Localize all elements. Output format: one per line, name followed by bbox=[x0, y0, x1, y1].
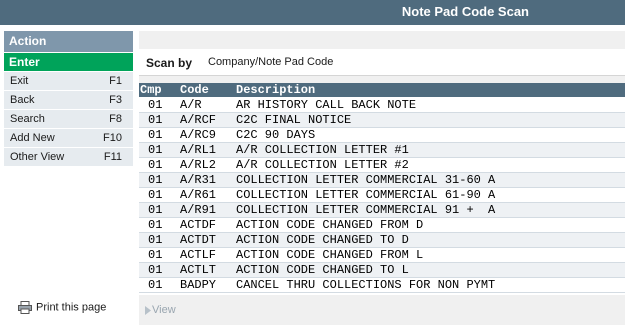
cell-cmp: 01 bbox=[148, 143, 163, 157]
menu-label: Other View bbox=[10, 151, 65, 163]
column-header-code[interactable]: Code bbox=[180, 83, 209, 97]
cell-code: A/RC9 bbox=[180, 128, 217, 142]
table-row[interactable]: 01 A/RC9 C2C 90 DAYS bbox=[139, 128, 625, 143]
grid-rows: 01 A/R AR HISTORY CALL BACK NOTE 01 A/RCF C2… bbox=[139, 98, 625, 293]
window-title: Note Pad Code Scan bbox=[401, 4, 529, 19]
cell-description: C2C FINAL NOTICE bbox=[236, 113, 352, 127]
cell-cmp: 01 bbox=[148, 248, 163, 262]
back-menu-item[interactable]: Back F3 bbox=[4, 91, 133, 109]
printer-icon bbox=[18, 301, 32, 314]
cell-code: ACTDT bbox=[180, 233, 217, 247]
cell-description: CANCEL THRU COLLECTIONS FOR NON PYMT bbox=[236, 278, 496, 292]
add-new-menu-item[interactable]: Add New F10 bbox=[4, 129, 133, 147]
cell-description: AR HISTORY CALL BACK NOTE bbox=[236, 98, 417, 112]
cell-description: ACTION CODE CHANGED FROM D bbox=[236, 218, 424, 232]
search-menu-item[interactable]: Search F8 bbox=[4, 110, 133, 128]
scan-by-label: Scan by bbox=[146, 56, 193, 70]
other-view-menu-item[interactable]: Other View F11 bbox=[4, 148, 133, 166]
print-page-label: Print this page bbox=[36, 301, 107, 314]
title-bar: Note Pad Code Scan bbox=[0, 0, 625, 25]
cell-cmp: 01 bbox=[148, 173, 163, 187]
menu-label: Exit bbox=[10, 75, 29, 87]
results-grid: Cmp Code Description 01 A/R AR HISTORY CAL… bbox=[139, 83, 625, 295]
cell-cmp: 01 bbox=[148, 218, 163, 232]
menu-key: F3 bbox=[109, 94, 122, 106]
cell-code: ACTLF bbox=[180, 248, 217, 262]
table-row[interactable]: 01 A/R91 COLLECTION LETTER COMMERCIAL 91 +… bbox=[139, 203, 625, 218]
cell-cmp: 01 bbox=[148, 98, 163, 112]
table-row[interactable]: 01 A/RL1 A/R COLLECTION LETTER #1 bbox=[139, 143, 625, 158]
grid-header: Cmp Code Description bbox=[139, 83, 625, 97]
cell-code: A/R bbox=[180, 98, 202, 112]
action-menu: Exit F1 Back F3 Search F8 Add New F10 Ot… bbox=[4, 72, 133, 167]
table-row[interactable]: 01 ACTDT ACTION CODE CHANGED TO D bbox=[139, 233, 625, 248]
cell-description: COLLECTION LETTER COMMERCIAL 61-90 A bbox=[236, 188, 496, 202]
table-row[interactable]: 01 ACTLF ACTION CODE CHANGED FROM L bbox=[139, 248, 625, 263]
cell-cmp: 01 bbox=[148, 203, 163, 217]
cell-code: A/R31 bbox=[180, 173, 217, 187]
cell-cmp: 01 bbox=[148, 278, 163, 292]
cell-description: A/R COLLECTION LETTER #2 bbox=[236, 158, 409, 172]
table-row[interactable]: 01 A/R31 COLLECTION LETTER COMMERCIAL 31-6… bbox=[139, 173, 625, 188]
cell-code: ACTDF bbox=[180, 218, 217, 232]
menu-label: Search bbox=[10, 113, 45, 125]
menu-key: F10 bbox=[103, 132, 122, 144]
cell-code: A/R61 bbox=[180, 188, 217, 202]
cell-code: A/RL1 bbox=[180, 143, 217, 157]
view-bar: View bbox=[139, 297, 625, 325]
table-row[interactable]: 01 BADPY CANCEL THRU COLLECTIONS FOR NON P… bbox=[139, 278, 625, 293]
cell-description: A/R COLLECTION LETTER #1 bbox=[236, 143, 409, 157]
table-row[interactable]: 01 ACTLT ACTION CODE CHANGED TO L bbox=[139, 263, 625, 278]
menu-key: F1 bbox=[109, 75, 122, 87]
menu-key: F11 bbox=[103, 151, 122, 163]
cell-description: C2C 90 DAYS bbox=[236, 128, 316, 142]
exit-menu-item[interactable]: Exit F1 bbox=[4, 72, 133, 90]
scan-by-bar: Scan by Company/Note Pad Code bbox=[139, 49, 625, 76]
cell-code: ACTLT bbox=[180, 263, 217, 277]
column-header-description[interactable]: Description bbox=[236, 83, 315, 97]
cell-cmp: 01 bbox=[148, 188, 163, 202]
cell-cmp: 01 bbox=[148, 128, 163, 142]
menu-label: Add New bbox=[10, 132, 55, 144]
cell-cmp: 01 bbox=[148, 263, 163, 277]
cell-description: ACTION CODE CHANGED FROM L bbox=[236, 248, 424, 262]
column-header-cmp[interactable]: Cmp bbox=[140, 83, 162, 97]
table-row[interactable]: 01 A/R AR HISTORY CALL BACK NOTE bbox=[139, 98, 625, 113]
table-row[interactable]: 01 ACTDF ACTION CODE CHANGED FROM D bbox=[139, 218, 625, 233]
cell-cmp: 01 bbox=[148, 233, 163, 247]
view-label: View bbox=[152, 304, 176, 316]
scan-by-value[interactable]: Company/Note Pad Code bbox=[208, 56, 333, 68]
cell-description: ACTION CODE CHANGED TO D bbox=[236, 233, 409, 247]
table-row[interactable]: 01 A/R61 COLLECTION LETTER COMMERCIAL 61-9… bbox=[139, 188, 625, 203]
cell-description: ACTION CODE CHANGED TO L bbox=[236, 263, 409, 277]
cell-code: A/RCF bbox=[180, 113, 217, 127]
cell-description: COLLECTION LETTER COMMERCIAL 91 + A bbox=[236, 203, 496, 217]
cell-code: A/RL2 bbox=[180, 158, 217, 172]
table-row[interactable]: 01 A/RL2 A/R COLLECTION LETTER #2 bbox=[139, 158, 625, 173]
action-header: Action bbox=[4, 31, 133, 52]
view-toggle[interactable]: View bbox=[145, 304, 176, 316]
cell-cmp: 01 bbox=[148, 113, 163, 127]
table-row[interactable]: 01 A/RCF C2C FINAL NOTICE bbox=[139, 113, 625, 128]
triangle-right-icon bbox=[145, 305, 151, 315]
enter-button[interactable]: Enter bbox=[4, 53, 133, 71]
menu-key: F8 bbox=[109, 113, 122, 125]
cell-code: BADPY bbox=[180, 278, 217, 292]
print-page-link[interactable]: Print this page bbox=[18, 301, 106, 314]
cell-description: COLLECTION LETTER COMMERCIAL 31-60 A bbox=[236, 173, 496, 187]
menu-label: Back bbox=[10, 94, 35, 106]
cell-cmp: 01 bbox=[148, 158, 163, 172]
cell-code: A/R91 bbox=[180, 203, 217, 217]
